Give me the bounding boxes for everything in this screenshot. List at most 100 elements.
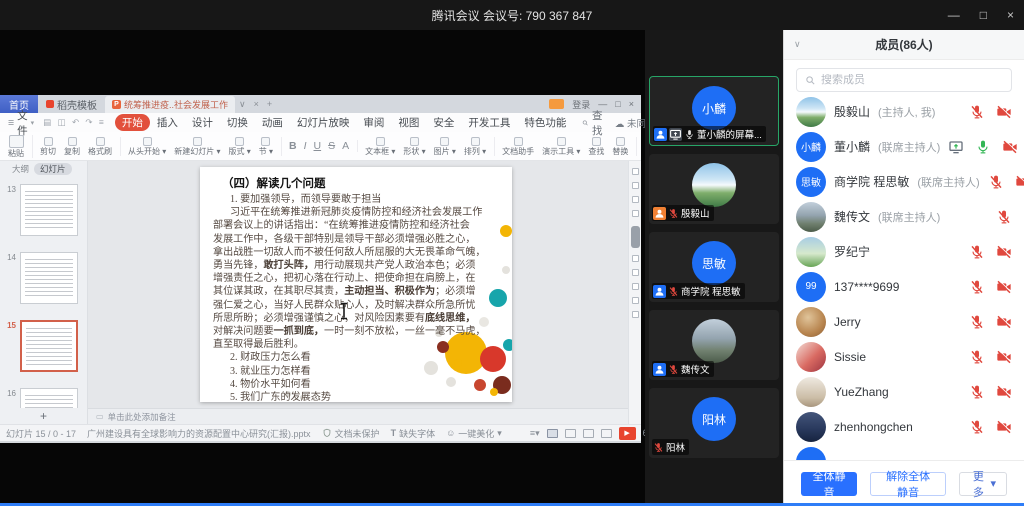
rail-tool-icon[interactable] (632, 311, 639, 318)
muted-mic-icon[interactable] (969, 244, 985, 260)
format-b-button[interactable]: B (289, 140, 297, 152)
wps-restore-icon[interactable]: □ (615, 99, 620, 109)
slideshow-play-button[interactable]: ▶ (619, 427, 636, 440)
file-menu[interactable]: ≡ 文件 ▾ (8, 108, 34, 138)
member-row[interactable]: 99137****9699 (784, 269, 1024, 304)
beautify-button[interactable]: ☺ 一键美化 ▾ (446, 427, 502, 440)
ribbon-tab-10[interactable]: 特色功能 (517, 114, 573, 131)
toolbar-button[interactable]: 节 ▾ (259, 137, 273, 156)
muted-mic-icon[interactable] (969, 104, 985, 120)
normal-view-icon[interactable] (547, 429, 558, 438)
ribbon-tab-0[interactable]: 开始 (115, 114, 150, 131)
ribbon-tab-5[interactable]: 幻灯片放映 (290, 114, 357, 131)
notes-bar[interactable]: ▭ 单击此处添加备注 (88, 408, 628, 424)
tab-dropdown-icon[interactable]: ∨ (235, 95, 250, 113)
camera-off-icon[interactable] (996, 104, 1012, 120)
muted-mic-icon[interactable] (969, 419, 985, 435)
rail-tool-icon[interactable] (632, 182, 639, 189)
video-tile[interactable]: 小麟董小麟的屏幕... (649, 76, 779, 146)
ribbon-tab-1[interactable]: 插入 (150, 114, 185, 131)
toolbar-button[interactable]: 查找 (588, 137, 604, 156)
toolbar-button[interactable]: 演示工具 ▾ (542, 137, 580, 156)
member-search-input[interactable] (821, 74, 1003, 86)
protection-status[interactable]: 文档未保护 (322, 427, 380, 440)
mic-icon[interactable] (684, 129, 695, 140)
rail-tool-icon[interactable] (632, 283, 639, 290)
muted-mic-icon[interactable] (668, 364, 679, 375)
muted-mic-icon[interactable] (653, 442, 664, 453)
rail-tool-icon[interactable] (632, 255, 639, 262)
toolbar-button[interactable]: 格式刷 (88, 137, 112, 156)
toolbar-button[interactable]: 形状 ▾ (403, 137, 425, 156)
more-button[interactable]: 更多 ▾ (959, 472, 1007, 496)
add-slide-button[interactable]: + (0, 408, 87, 424)
ribbon-tab-2[interactable]: 设计 (185, 114, 220, 131)
mic-on-icon[interactable] (975, 139, 991, 155)
minimize-icon[interactable]: — (948, 8, 960, 22)
member-row[interactable]: zhenhongchen (784, 409, 1024, 444)
ribbon-tab-4[interactable]: 动画 (255, 114, 290, 131)
member-search-box[interactable] (796, 68, 1012, 92)
slide-thumbnail[interactable] (20, 320, 78, 372)
format-s-button[interactable]: S (328, 140, 335, 152)
member-row[interactable]: YueZhang (784, 374, 1024, 409)
member-row[interactable]: 罗纪宁 (784, 234, 1024, 269)
reading-view-icon[interactable] (583, 429, 594, 438)
format-a-button[interactable]: A (342, 140, 349, 152)
rail-tool-icon[interactable] (632, 168, 639, 175)
current-slide[interactable]: （四）解读几个问题 1. 要加强领导，而领导要敢于担当习近平在统筹推进新冠肺炎疫… (200, 167, 512, 402)
wps-document-tab[interactable]: P 统筹推进疫..社会发展工作 (105, 96, 235, 113)
slide-thumbnail[interactable] (20, 184, 78, 236)
rail-tool-icon[interactable] (632, 196, 639, 203)
pane-collapse-handle[interactable] (631, 226, 640, 248)
camera-off-icon[interactable] (1015, 174, 1024, 190)
ribbon-tab-3[interactable]: 切换 (220, 114, 255, 131)
camera-off-icon[interactable] (996, 279, 1012, 295)
quick-access-toolbar[interactable]: ▤ ◫ ↶ ↷ ≡ (43, 117, 106, 128)
muted-mic-icon[interactable] (969, 384, 985, 400)
muted-mic-icon[interactable] (996, 209, 1012, 225)
toolbar-button[interactable]: 图片 ▾ (434, 137, 456, 156)
slide-thumbnail[interactable] (20, 388, 78, 408)
muted-mic-icon[interactable] (988, 174, 1004, 190)
camera-off-icon[interactable] (996, 349, 1012, 365)
muted-mic-icon[interactable] (668, 208, 679, 219)
toolbar-button[interactable]: 替换 (612, 137, 628, 156)
new-tab-button[interactable]: + (263, 95, 276, 113)
mute-all-button[interactable]: 全体静音 (801, 472, 857, 496)
wps-close-icon[interactable]: × (629, 99, 634, 109)
ribbon-find-button[interactable]: 查找 (582, 108, 606, 138)
member-row[interactable]: Jerry (784, 304, 1024, 339)
rail-tool-icon[interactable] (632, 297, 639, 304)
collapse-panel-icon[interactable]: ∨ (794, 39, 801, 50)
format-u-button[interactable]: U (314, 140, 322, 152)
ribbon-tab-8[interactable]: 安全 (426, 114, 461, 131)
font-format-group[interactable]: BIUSA (289, 140, 358, 152)
maximize-icon[interactable]: □ (980, 8, 987, 22)
right-tool-rail[interactable] (628, 161, 641, 424)
rail-tool-icon[interactable] (632, 210, 639, 217)
camera-off-icon[interactable] (996, 384, 1012, 400)
toolbar-button[interactable]: 粘贴 (8, 135, 24, 158)
tab-slides[interactable]: 幻灯片 (34, 163, 72, 175)
member-row[interactable]: 魏传文(联席主持人) (784, 199, 1024, 234)
slide-thumbnail[interactable] (20, 252, 78, 304)
member-row[interactable]: 思敏商学院 程思敏(联席主持人) (784, 164, 1024, 199)
close-icon[interactable]: × (1007, 8, 1014, 22)
muted-mic-icon[interactable] (969, 279, 985, 295)
wps-docer-tab[interactable]: 稻壳模板 (38, 95, 105, 113)
camera-off-icon[interactable] (996, 314, 1012, 330)
toolbar-button[interactable]: 从头开始 ▾ (128, 137, 166, 156)
slide-sorter-view-icon[interactable] (565, 429, 576, 438)
camera-off-icon[interactable] (1002, 139, 1018, 155)
muted-mic-icon[interactable] (668, 286, 679, 297)
member-row[interactable] (784, 444, 1024, 460)
video-tile[interactable]: 阳林阳林 (649, 388, 779, 458)
toolbar-button[interactable]: 新建幻灯片 ▾ (174, 137, 220, 156)
ribbon-tab-6[interactable]: 审阅 (356, 114, 391, 131)
tab-close-icon[interactable]: × (250, 95, 263, 113)
missing-font-status[interactable]: T 缺失字体 (391, 427, 436, 440)
toolbar-button[interactable]: 剪切 (40, 137, 56, 156)
presenting-screen-icon[interactable] (948, 139, 964, 155)
toolbar-button[interactable]: 版式 ▾ (229, 137, 251, 156)
